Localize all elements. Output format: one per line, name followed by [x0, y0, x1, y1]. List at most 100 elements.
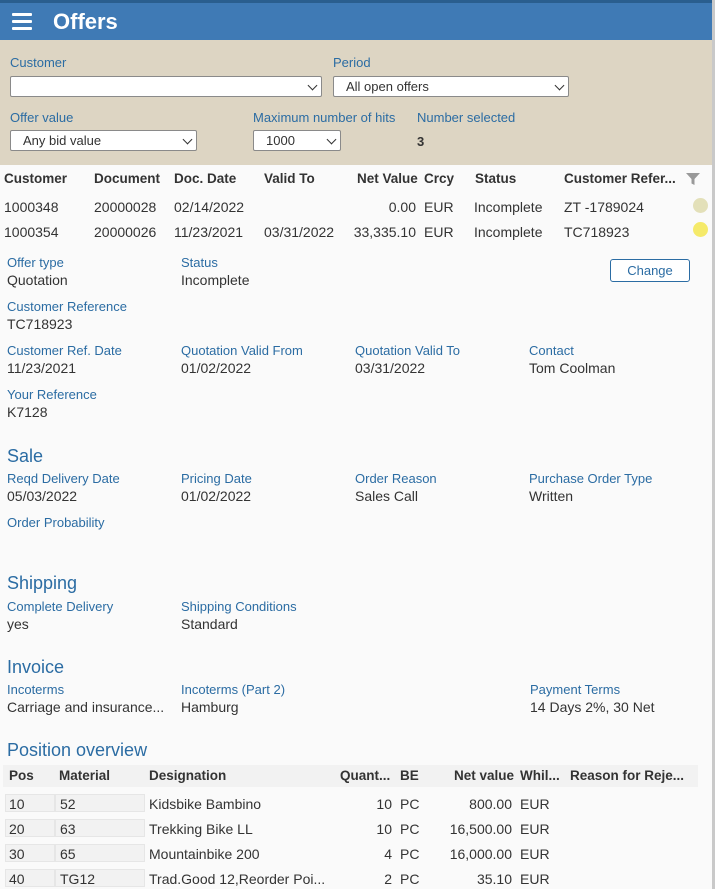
- col-header-doc-date[interactable]: Doc. Date: [174, 171, 236, 186]
- cell-doc-date: 02/14/2022: [174, 199, 245, 215]
- col-header-material[interactable]: Material: [59, 768, 110, 783]
- hamburger-menu-icon[interactable]: [12, 13, 32, 31]
- complete-delivery-value: yes: [7, 616, 29, 632]
- cell-pos: 40: [9, 871, 25, 887]
- purchase-order-type-label: Purchase Order Type: [529, 471, 653, 486]
- pricing-date-label: Pricing Date: [181, 471, 252, 486]
- cell-document: 20000028: [94, 199, 157, 215]
- number-selected-label: Number selected: [417, 110, 516, 125]
- app-header: Offers: [0, 0, 712, 40]
- col-header-currency[interactable]: Whil...: [520, 768, 560, 783]
- cell-customer: 1000348: [4, 199, 59, 215]
- cell-quantity: 2: [384, 871, 392, 887]
- incoterms-value: Carriage and insurance...: [7, 699, 165, 715]
- cell-material: 52: [60, 796, 76, 812]
- cell-designation: Trekking Bike LL: [149, 821, 253, 837]
- cell-pos: 20: [9, 821, 25, 837]
- customer-reference-label: Customer Reference: [7, 299, 127, 314]
- cell-designation: Trad.Good 12,Reorder Poi...: [149, 871, 326, 887]
- incoterms-part2-label: Incoterms (Part 2): [181, 682, 286, 697]
- cell-material: 65: [60, 846, 76, 862]
- incoterms-part2-value: Hamburg: [181, 699, 239, 715]
- payment-terms-value: 14 Days 2%, 30 Net: [530, 699, 655, 715]
- offer-value-select[interactable]: Any bid value: [10, 130, 197, 151]
- cell-status: Incomplete: [474, 224, 543, 240]
- period-filter-label: Period: [333, 55, 371, 70]
- col-header-valid-to[interactable]: Valid To: [264, 171, 315, 186]
- reqd-delivery-date-value: 05/03/2022: [7, 488, 78, 504]
- cell-customer-reference: TC718923: [564, 224, 630, 240]
- period-select-value: All open offers: [346, 79, 429, 94]
- col-header-document[interactable]: Document: [94, 171, 160, 186]
- max-hits-select[interactable]: 1000: [253, 130, 341, 151]
- cell-material: 63: [60, 821, 76, 837]
- shipping-conditions-label: Shipping Conditions: [181, 599, 297, 614]
- offer-type-value: Quotation: [7, 272, 68, 288]
- cell-unit: PC: [400, 871, 420, 887]
- contact-label: Contact: [529, 343, 574, 358]
- col-header-net-value[interactable]: Net value: [454, 768, 514, 783]
- col-header-customer-reference[interactable]: Customer Refer...: [564, 171, 676, 186]
- col-header-quantity[interactable]: Quant...: [340, 768, 390, 783]
- cell-quantity: 10: [376, 821, 392, 837]
- offer-value-filter-label: Offer value: [10, 110, 74, 125]
- customer-select[interactable]: [10, 76, 322, 97]
- number-selected-value: 3: [417, 134, 425, 149]
- order-probability-label: Order Probability: [7, 515, 105, 530]
- cell-net-value: 33,335.10: [353, 224, 416, 240]
- quotation-valid-to-label: Quotation Valid To: [355, 343, 461, 358]
- quotation-valid-from-value: 01/02/2022: [181, 360, 252, 376]
- col-header-status[interactable]: Status: [475, 171, 516, 186]
- cell-currency: EUR: [520, 871, 550, 887]
- chevron-down-icon: [182, 134, 193, 145]
- period-select[interactable]: All open offers: [333, 76, 569, 97]
- chevron-down-icon: [554, 80, 565, 91]
- offer-value-select-value: Any bid value: [23, 133, 102, 148]
- col-header-unit[interactable]: BE: [400, 768, 419, 783]
- position-overview-title: Position overview: [7, 740, 148, 760]
- status-label: Status: [181, 255, 218, 270]
- reqd-delivery-date-label: Reqd Delivery Date: [7, 471, 120, 486]
- change-button[interactable]: Change: [610, 259, 690, 282]
- col-header-customer[interactable]: Customer: [4, 171, 67, 186]
- quotation-valid-to-value: 03/31/2022: [355, 360, 426, 376]
- cell-unit: PC: [400, 821, 420, 837]
- cell-net-value: 16,000.00: [449, 846, 512, 862]
- cell-document: 20000026: [94, 224, 157, 240]
- shipping-section-title: Shipping: [7, 573, 78, 593]
- cell-currency: EUR: [520, 821, 550, 837]
- col-header-currency[interactable]: Crcy: [424, 171, 454, 186]
- col-header-rejection-reason[interactable]: Reason for Reje...: [570, 768, 684, 783]
- purchase-order-type-value: Written: [529, 488, 574, 504]
- invoice-section-title: Invoice: [7, 657, 65, 677]
- cell-currency: EUR: [424, 199, 454, 215]
- cell-net-value: 35.10: [476, 871, 512, 887]
- cell-net-value: 800.00: [469, 796, 512, 812]
- cell-currency: EUR: [520, 846, 550, 862]
- cell-unit: PC: [400, 846, 420, 862]
- contact-value: Tom Coolman: [529, 360, 616, 376]
- cell-customer-reference: ZT -1789024: [564, 199, 644, 215]
- max-hits-label: Maximum number of hits: [253, 110, 396, 125]
- col-header-pos[interactable]: Pos: [9, 768, 34, 783]
- cell-currency: EUR: [520, 796, 550, 812]
- cell-customer: 1000354: [4, 224, 59, 240]
- cell-net-value: 0.00: [388, 199, 416, 215]
- col-header-net-value[interactable]: Net Value: [357, 171, 418, 186]
- customer-ref-date-label: Customer Ref. Date: [7, 343, 122, 358]
- chevron-down-icon: [307, 80, 318, 91]
- cell-unit: PC: [400, 796, 420, 812]
- pricing-date-value: 01/02/2022: [181, 488, 252, 504]
- sale-section-title: Sale: [7, 446, 44, 466]
- customer-ref-date-value: 11/23/2021: [7, 360, 77, 376]
- cell-status: Incomplete: [474, 199, 543, 215]
- cell-material: TG12: [60, 871, 96, 887]
- complete-delivery-label: Complete Delivery: [7, 599, 114, 614]
- order-reason-label: Order Reason: [355, 471, 437, 486]
- page-title: Offers: [53, 9, 118, 34]
- chevron-down-icon: [326, 134, 337, 145]
- col-header-designation[interactable]: Designation: [149, 768, 226, 783]
- filter-icon[interactable]: [686, 172, 700, 186]
- customer-reference-value: TC718923: [7, 316, 73, 332]
- cell-pos: 30: [9, 846, 25, 862]
